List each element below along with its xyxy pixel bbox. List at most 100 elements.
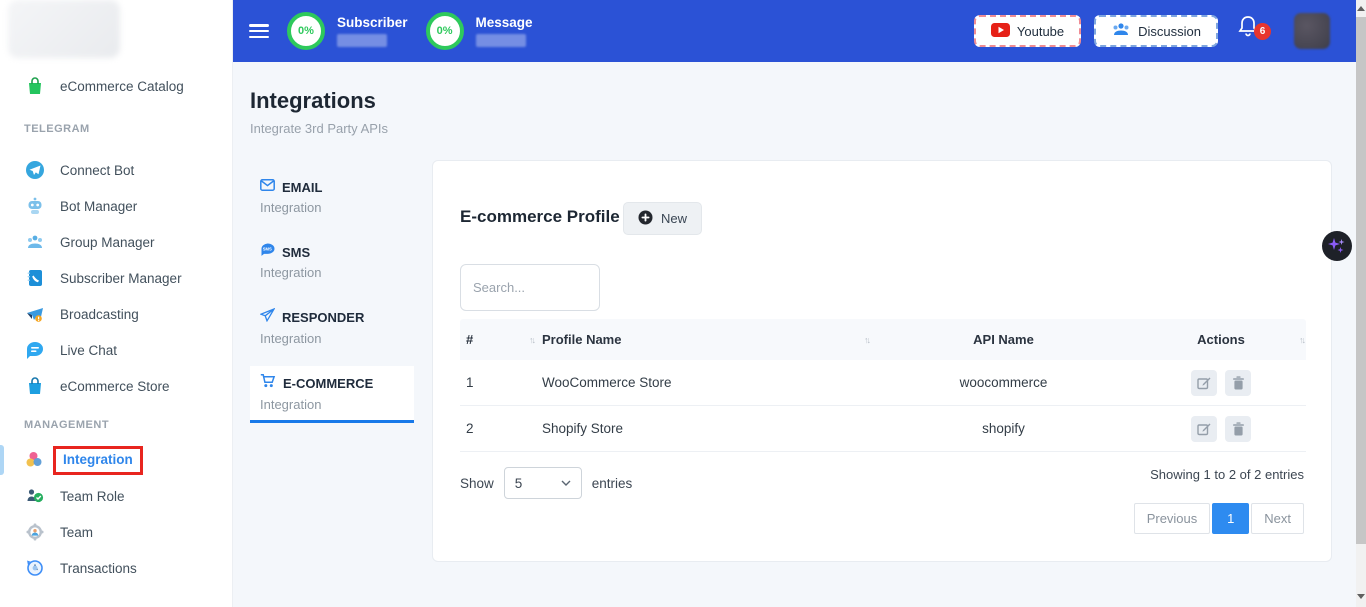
ai-assistant-button[interactable] xyxy=(1322,231,1352,261)
page-size-select[interactable]: 5 xyxy=(504,467,582,499)
discussion-people-icon xyxy=(1111,22,1131,40)
tab-title: SMS xyxy=(282,245,310,260)
sidebar-item-label: Transactions xyxy=(60,561,137,576)
edit-pencil-icon xyxy=(1197,422,1211,436)
sparkles-icon xyxy=(1327,236,1347,256)
search-input[interactable] xyxy=(460,264,600,311)
notification-bell[interactable]: 6 xyxy=(1237,14,1267,48)
page-scrollbar[interactable] xyxy=(1356,0,1366,607)
integration-submenu: EMAIL Integration SMS SMS Integration xyxy=(250,170,414,435)
sidebar-item-subscriber-manager[interactable]: Subscriber Manager xyxy=(0,260,232,296)
message-percent: 0% xyxy=(437,25,453,37)
people-group-icon xyxy=(24,232,46,252)
sidebar-item-team[interactable]: Team xyxy=(0,514,232,550)
sidebar-item-transactions[interactable]: Transactions xyxy=(0,550,232,586)
sidebar-item-label: Team Role xyxy=(60,489,125,504)
tab-subtitle: Integration xyxy=(260,331,414,346)
new-profile-button[interactable]: New xyxy=(623,202,702,235)
pagination-next-button[interactable]: Next xyxy=(1251,503,1304,534)
column-header-actions[interactable]: Actions ↑↓ xyxy=(1136,332,1306,347)
sidebar-item-label: Broadcasting xyxy=(60,307,139,322)
actions-cell xyxy=(1136,416,1306,442)
tab-email-integration[interactable]: EMAIL Integration xyxy=(250,170,414,223)
integration-circles-icon xyxy=(24,450,46,470)
tab-subtitle: Integration xyxy=(260,397,414,412)
shopping-cart-icon xyxy=(260,374,276,393)
table-row: 2 Shopify Store shopify xyxy=(460,406,1306,452)
clock-refresh-icon xyxy=(24,558,46,578)
page-title: Integrations xyxy=(250,88,376,114)
contact-book-phone-icon xyxy=(24,268,46,288)
sidebar-item-label: Bot Manager xyxy=(60,199,137,214)
youtube-icon xyxy=(991,23,1010,40)
sidebar-item-ecommerce-store[interactable]: eCommerce Store xyxy=(0,368,232,404)
scrollbar-thumb[interactable] xyxy=(1356,17,1366,544)
pagination: Previous 1 Next xyxy=(1134,503,1304,534)
email-icon xyxy=(260,178,275,196)
edit-button[interactable] xyxy=(1191,416,1217,442)
tab-responder-integration[interactable]: RESPONDER Integration xyxy=(250,300,414,354)
sidebar-item-label: eCommerce Store xyxy=(60,379,170,394)
person-shield-icon xyxy=(24,486,46,506)
sort-icon[interactable]: ↑↓ xyxy=(1299,335,1304,345)
delete-button[interactable] xyxy=(1225,370,1251,396)
showing-entries-text: Showing 1 to 2 of 2 entries xyxy=(1150,467,1304,482)
show-label: Show xyxy=(460,476,494,491)
sidebar-item-team-role[interactable]: Team Role xyxy=(0,478,232,514)
notification-count-badge: 6 xyxy=(1254,23,1271,40)
message-stat-label: Message xyxy=(476,15,533,30)
column-header-api-name[interactable]: API Name xyxy=(871,332,1136,347)
discussion-button-label: Discussion xyxy=(1138,24,1201,39)
sidebar-item-group-manager[interactable]: Group Manager xyxy=(0,224,232,260)
page-size-control: Show 5 entries xyxy=(460,467,632,499)
sidebar-item-label: Subscriber Manager xyxy=(60,271,182,286)
subscriber-stat-value-blurred xyxy=(337,34,387,47)
tab-ecommerce-integration[interactable]: E-COMMERCE Integration xyxy=(250,366,414,423)
tab-subtitle: Integration xyxy=(260,200,414,215)
sidebar-item-ecommerce-catalog[interactable]: eCommerce Catalog xyxy=(0,72,232,100)
shopping-bag-blue-icon xyxy=(24,376,46,396)
sidebar-item-connect-bot[interactable]: Connect Bot xyxy=(0,152,232,188)
api-name-cell: shopify xyxy=(871,421,1136,436)
delete-button[interactable] xyxy=(1225,416,1251,442)
card-heading: E-commerce Profile xyxy=(460,207,620,227)
sms-bubble-icon: SMS xyxy=(260,243,275,261)
gear-person-icon xyxy=(24,522,46,542)
app-window: eCommerce Catalog TELEGRAM Connect Bot B… xyxy=(0,0,1366,607)
edit-button[interactable] xyxy=(1191,370,1217,396)
sidebar-management-group: Integration Team Role Team Transaction xyxy=(0,442,232,586)
tab-title: E-COMMERCE xyxy=(283,376,373,391)
tab-sms-integration[interactable]: SMS SMS Integration xyxy=(250,235,414,288)
tab-title: RESPONDER xyxy=(282,310,364,325)
tab-subtitle: Integration xyxy=(260,265,414,280)
actions-cell xyxy=(1136,370,1306,396)
sidebar-item-live-chat[interactable]: Live Chat xyxy=(0,332,232,368)
pagination-previous-button[interactable]: Previous xyxy=(1134,503,1211,534)
youtube-button[interactable]: Youtube xyxy=(974,15,1081,47)
sidebar-item-broadcasting[interactable]: Broadcasting xyxy=(0,296,232,332)
sort-icon[interactable]: ↑↓ xyxy=(864,335,869,345)
page-subtitle: Integrate 3rd Party APIs xyxy=(250,121,388,136)
discussion-button[interactable]: Discussion xyxy=(1094,15,1218,47)
svg-text:SMS: SMS xyxy=(263,247,272,252)
sidebar-telegram-group: Connect Bot Bot Manager Group Manager Su… xyxy=(0,152,232,404)
sidebar: eCommerce Catalog TELEGRAM Connect Bot B… xyxy=(0,0,233,607)
row-num: 1 xyxy=(460,375,536,390)
scrollbar-up-arrow[interactable] xyxy=(1357,6,1365,11)
sidebar-item-bot-manager[interactable]: Bot Manager xyxy=(0,188,232,224)
message-progress-ring: 0% xyxy=(426,12,464,50)
profile-name-cell: Shopify Store xyxy=(536,421,871,436)
column-header-profile-name[interactable]: Profile Name ↑↓ xyxy=(536,332,871,347)
sidebar-item-integration[interactable]: Integration xyxy=(0,442,232,478)
hamburger-menu-icon[interactable] xyxy=(249,24,269,38)
ecommerce-profile-card: E-commerce Profile New # ↑↓ Profile Name… xyxy=(432,160,1332,562)
sort-icon[interactable]: ↑↓ xyxy=(529,335,534,345)
chevron-down-icon xyxy=(561,480,571,486)
message-stat: 0% Message xyxy=(426,12,533,50)
column-header-num[interactable]: # ↑↓ xyxy=(460,332,536,347)
pagination-page-1-button[interactable]: 1 xyxy=(1212,503,1249,534)
robot-icon xyxy=(24,196,46,216)
scrollbar-down-arrow[interactable] xyxy=(1357,594,1365,599)
user-avatar[interactable] xyxy=(1294,13,1330,49)
sidebar-item-label: eCommerce Catalog xyxy=(60,79,184,94)
